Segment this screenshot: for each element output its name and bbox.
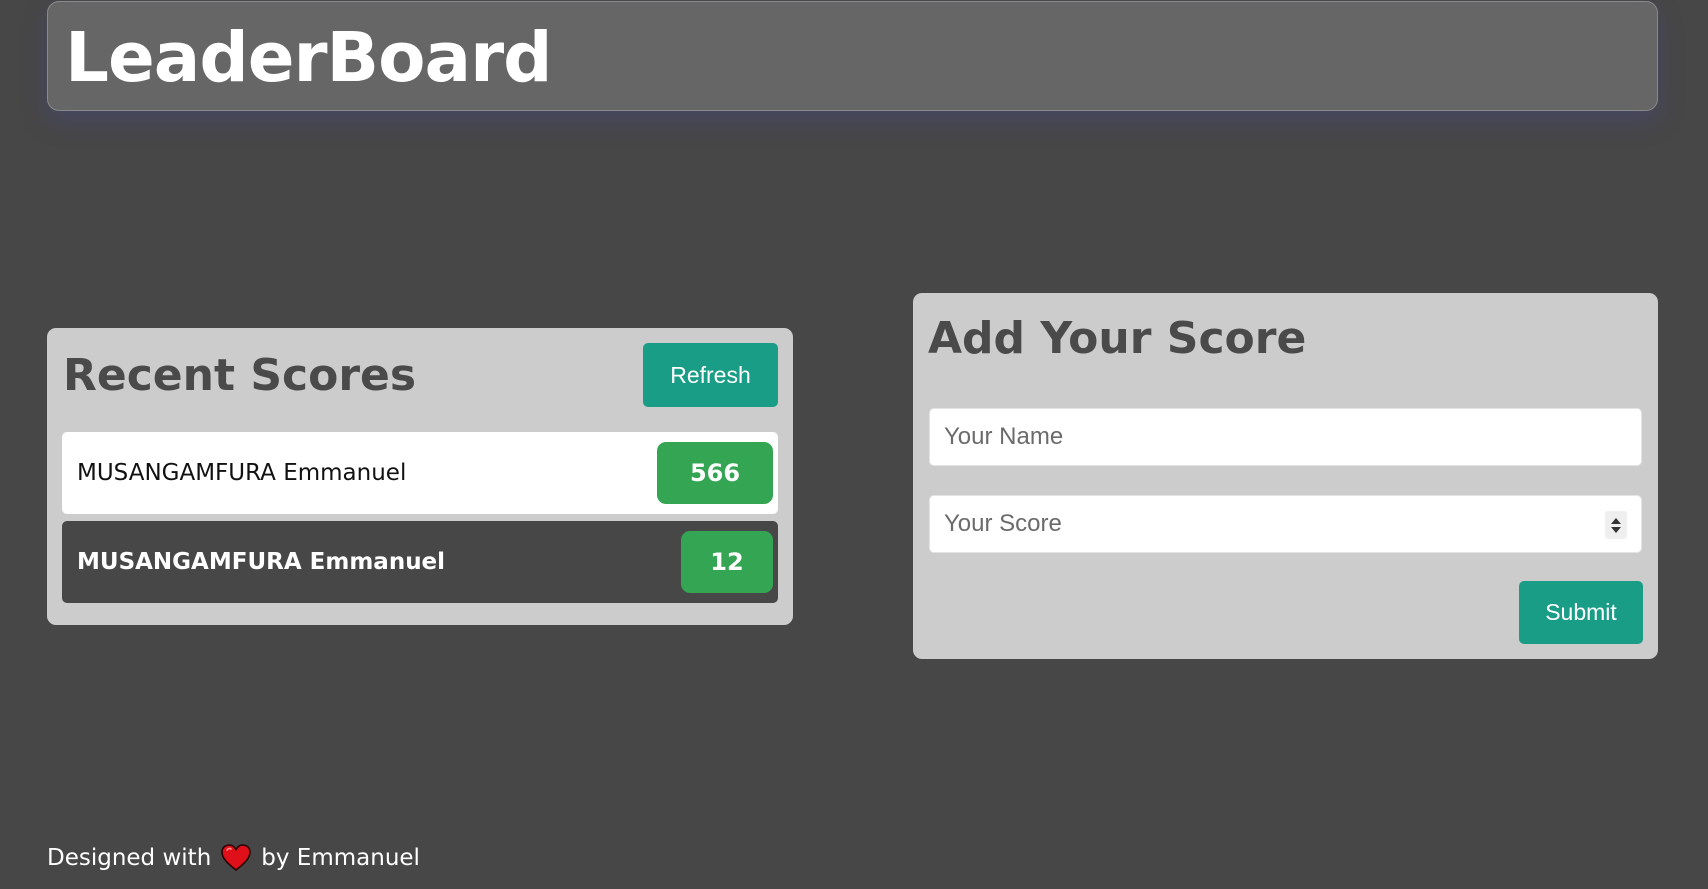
heart-icon bbox=[221, 844, 252, 872]
page-title: LeaderBoard bbox=[65, 18, 553, 98]
score-badge: 12 bbox=[681, 531, 773, 593]
name-input[interactable] bbox=[929, 408, 1642, 466]
refresh-button[interactable]: Refresh bbox=[643, 343, 778, 407]
footer-suffix-text: by Emmanuel bbox=[261, 845, 420, 871]
add-score-panel: Add Your Score Submit bbox=[913, 293, 1658, 659]
footer-prefix-text: Designed with bbox=[47, 845, 212, 871]
score-stepper[interactable] bbox=[1605, 511, 1627, 539]
stepper-down-icon[interactable] bbox=[1611, 526, 1621, 533]
recent-scores-title: Recent Scores bbox=[63, 350, 417, 401]
score-badge: 566 bbox=[657, 442, 773, 504]
recent-scores-panel: Recent Scores Refresh MUSANGAMFURA Emman… bbox=[47, 328, 793, 625]
header-bar: LeaderBoard bbox=[47, 1, 1658, 111]
add-score-title: Add Your Score bbox=[928, 313, 1307, 364]
score-row: MUSANGAMFURA Emmanuel 566 bbox=[62, 432, 778, 514]
stepper-up-icon[interactable] bbox=[1611, 517, 1621, 524]
footer: Designed with by Emmanuel bbox=[47, 840, 420, 876]
submit-button[interactable]: Submit bbox=[1519, 581, 1643, 644]
score-input-wrapper bbox=[929, 495, 1642, 553]
score-row: MUSANGAMFURA Emmanuel 12 bbox=[62, 521, 778, 603]
score-player-name: MUSANGAMFURA Emmanuel bbox=[77, 549, 446, 575]
score-input[interactable] bbox=[929, 495, 1642, 553]
score-player-name: MUSANGAMFURA Emmanuel bbox=[77, 460, 407, 486]
